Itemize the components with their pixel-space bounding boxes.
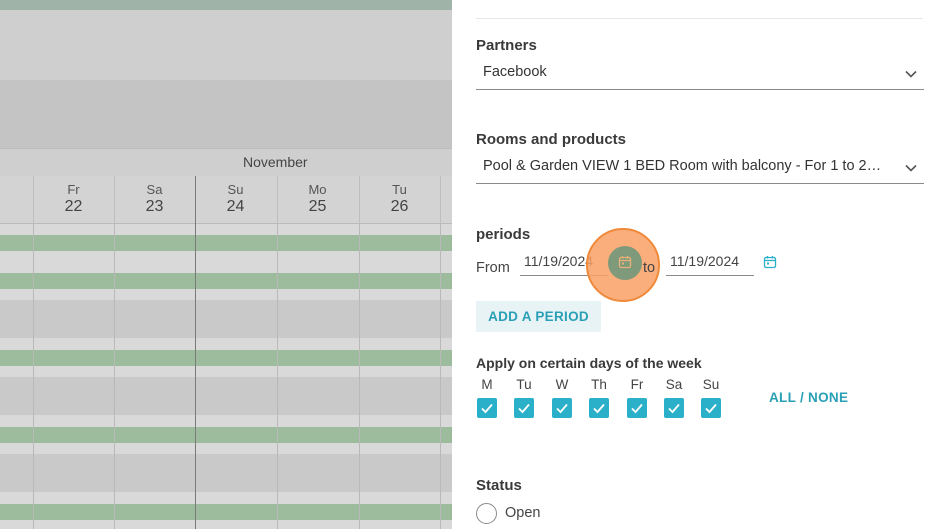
chevron-down-icon [905, 164, 917, 172]
calendar-month-label: November [243, 154, 308, 170]
panel-divider [476, 18, 923, 19]
checkmark-icon [556, 403, 568, 414]
calendar-day-name: Fr [67, 182, 80, 197]
rooms-select[interactable]: Pool & Garden VIEW 1 BED Room with balco… [476, 152, 924, 184]
to-date-value: 11/19/2024 [670, 253, 740, 269]
add-period-button[interactable]: ADD A PERIOD [476, 301, 601, 332]
calendar-row [0, 377, 452, 415]
calendar-day-date: 22 [64, 198, 83, 215]
calendar-row [0, 454, 452, 492]
calendar-day-name: Sa [146, 182, 163, 197]
calendar-day-name: Mo [308, 182, 327, 197]
calendar-day: Mo 25 [277, 176, 357, 224]
from-date-value: 11/19/2024 [524, 253, 594, 269]
checkmark-icon [705, 403, 717, 414]
weekday-label: M [481, 377, 493, 392]
weekday-checkbox-monday[interactable] [477, 398, 497, 418]
calendar-availability-bar [0, 427, 452, 443]
calendar-icon [618, 256, 632, 269]
calendar-day-name: Tu [392, 182, 407, 197]
weekday-label: W [555, 377, 569, 392]
calendar-gridline [440, 224, 441, 529]
partners-value: Facebook [483, 64, 547, 80]
checkmark-icon [631, 403, 643, 414]
checkmark-icon [481, 403, 493, 414]
weekday-label: Tu [516, 377, 532, 392]
weekday-label: Fr [630, 377, 644, 392]
status-label: Status [476, 477, 522, 494]
calendar-day-date: 25 [308, 198, 327, 215]
edit-panel: Partners Facebook Rooms and products Poo… [452, 0, 947, 529]
status-open-label: Open [505, 505, 541, 521]
calendar-gridline [277, 224, 278, 529]
calendar-row [0, 300, 452, 338]
rooms-label: Rooms and products [476, 131, 627, 148]
from-calendar-button[interactable] [608, 246, 642, 280]
from-label: From [476, 260, 510, 276]
calendar-day-date: 26 [390, 198, 409, 215]
calendar-day-name: Su [227, 182, 244, 197]
all-none-toggle[interactable]: ALL / NONE [769, 390, 848, 405]
calendar-availability-bar [0, 350, 452, 366]
calendar-header-band [0, 10, 452, 80]
calendar-icon[interactable] [763, 255, 777, 269]
partners-label: Partners [476, 37, 537, 54]
calendar-gridline [33, 224, 34, 529]
rooms-value: Pool & Garden VIEW 1 BED Room with balco… [483, 158, 883, 174]
weekday-label: Su [702, 377, 720, 392]
weekday-checkbox-friday[interactable] [627, 398, 647, 418]
calendar-header-band [0, 80, 452, 148]
calendar-grid [0, 224, 452, 529]
periods-label: periods [476, 226, 531, 243]
calendar-day [440, 176, 452, 224]
weekday-checkbox-tuesday[interactable] [514, 398, 534, 418]
calendar-month-header: November [0, 148, 452, 176]
weekday-checkbox-sunday[interactable] [701, 398, 721, 418]
calendar-day: Fr 22 [33, 176, 113, 224]
status-open-radio[interactable] [476, 503, 497, 524]
calendar-top-strip [0, 0, 452, 10]
to-label: to [643, 260, 656, 276]
calendar-day: Sa 23 [114, 176, 194, 224]
calendar-availability-bar [0, 273, 452, 289]
weekday-checkbox-saturday[interactable] [664, 398, 684, 418]
checkmark-icon [593, 403, 605, 414]
weekdays-label: Apply on certain days of the week [476, 355, 702, 371]
calendar-gridline [195, 224, 196, 529]
calendar-days-header: Fr 22 Sa 23 Su 24 Mo 25 Tu 26 [0, 176, 452, 224]
calendar-day-date: 24 [226, 198, 245, 215]
weekday-label: Th [591, 377, 607, 392]
calendar-gridline [359, 224, 360, 529]
calendar-background: November Fr 22 Sa 23 Su 24 Mo 25 Tu 26 [0, 0, 452, 529]
weekday-checkbox-wednesday[interactable] [552, 398, 572, 418]
weekday-checkbox-thursday[interactable] [589, 398, 609, 418]
partners-select[interactable]: Facebook [476, 58, 924, 90]
calendar-availability-bar [0, 504, 452, 520]
calendar-day-date: 23 [145, 198, 164, 215]
calendar-day: Su 24 [195, 176, 275, 224]
calendar-gridline [114, 224, 115, 529]
weekday-label: Sa [665, 377, 683, 392]
chevron-down-icon [905, 70, 917, 78]
checkmark-icon [518, 403, 530, 414]
to-date-input[interactable]: 11/19/2024 [666, 250, 754, 276]
calendar-availability-bar [0, 235, 452, 251]
calendar-day: Tu 26 [359, 176, 439, 224]
checkmark-icon [668, 403, 680, 414]
